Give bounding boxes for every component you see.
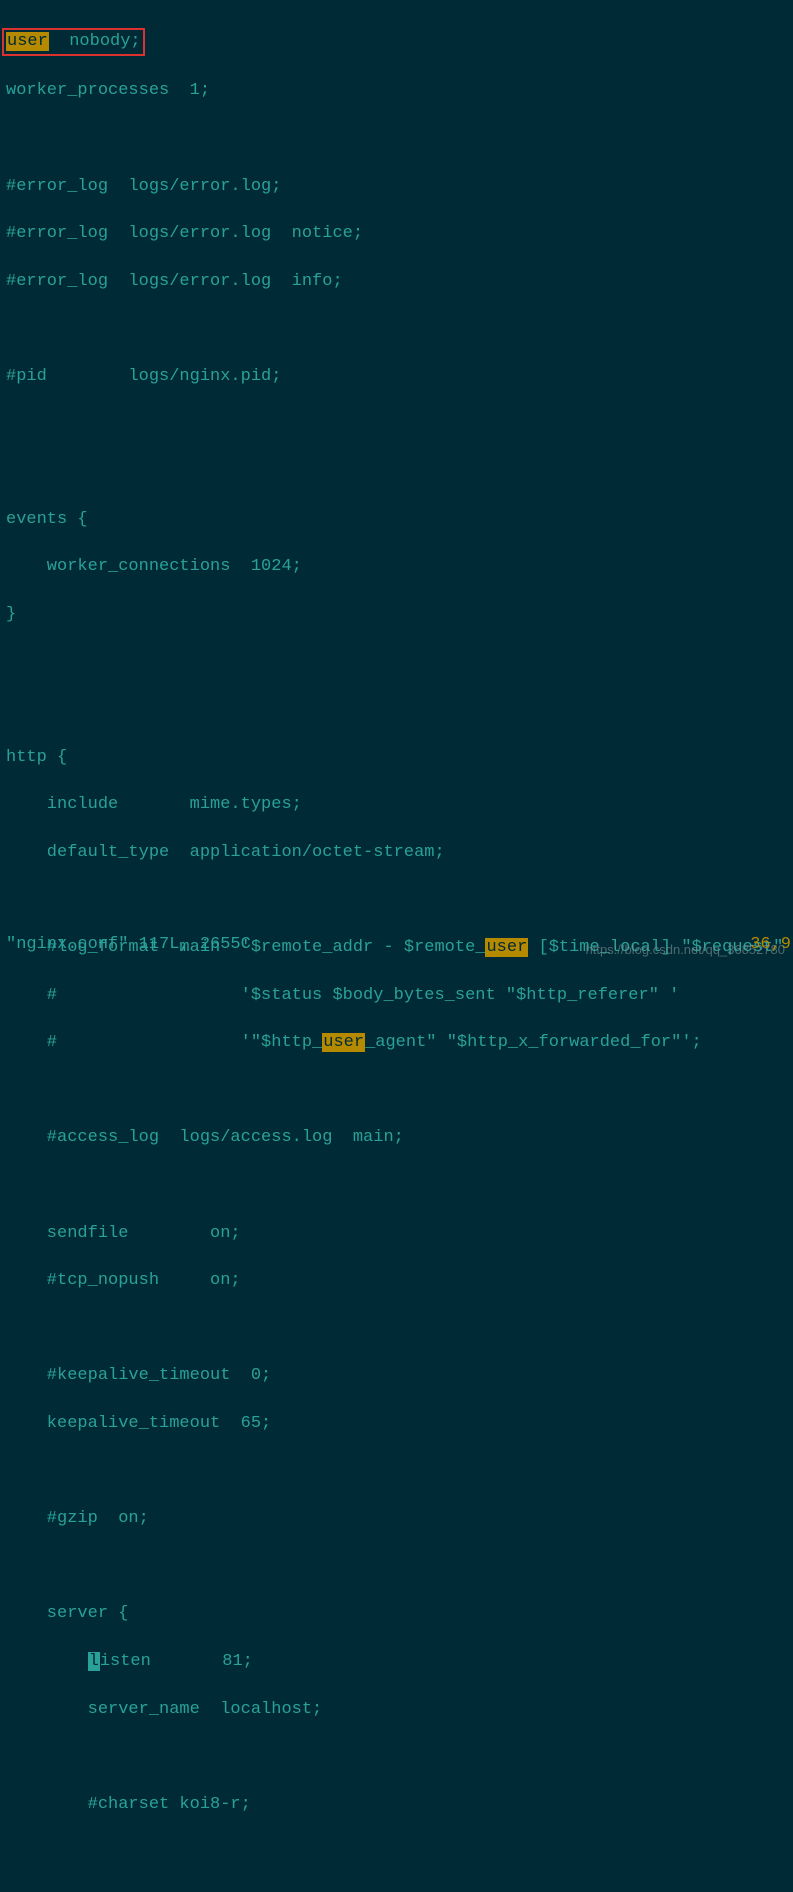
code-line: # '"$http_user_agent" "$http_x_forwarded… (6, 1031, 787, 1055)
code-line (6, 698, 787, 722)
code-line: worker_connections 1024; (6, 555, 787, 579)
code-line (6, 460, 787, 484)
code-text: isten 81; (100, 1652, 253, 1671)
code-line (6, 1745, 787, 1769)
code-line (6, 1555, 787, 1579)
code-line (6, 1079, 787, 1103)
code-line: keepalive_timeout 65; (6, 1412, 787, 1436)
code-line: #pid logs/nginx.pid; (6, 365, 787, 389)
code-line (6, 317, 787, 341)
highlight-box: user nobody; (2, 28, 145, 56)
code-line: listen 81; (6, 1650, 787, 1674)
code-line (6, 888, 787, 912)
code-line (6, 1840, 787, 1864)
code-line: default_type application/octet-stream; (6, 841, 787, 865)
code-line: #error_log logs/error.log notice; (6, 222, 787, 246)
code-line: worker_processes 1; (6, 79, 787, 103)
code-line (6, 1174, 787, 1198)
code-line: #access_log logs/access.log main; (6, 1126, 787, 1150)
code-line: #gzip on; (6, 1507, 787, 1531)
code-line (6, 651, 787, 675)
code-line: # '$status $body_bytes_sent "$http_refer… (6, 984, 787, 1008)
code-line: events { (6, 508, 787, 532)
code-line (6, 1317, 787, 1341)
code-line (6, 127, 787, 151)
code-line: include mime.types; (6, 793, 787, 817)
code-line: user nobody; (6, 28, 787, 56)
code-line: #charset koi8-r; (6, 1793, 787, 1817)
code-line: sendfile on; (6, 1222, 787, 1246)
code-text: _agent" "$http_x_forwarded_for"'; (365, 1033, 702, 1052)
code-line: #error_log logs/error.log info; (6, 270, 787, 294)
code-line: #tcp_nopush on; (6, 1269, 787, 1293)
watermark-text: https://blog.csdn.net/qq_36852780 (586, 941, 786, 959)
code-line (6, 1460, 787, 1484)
code-line: #keepalive_timeout 0; (6, 1364, 787, 1388)
cursor-position: l (88, 1652, 100, 1671)
code-text (6, 1652, 88, 1671)
code-text: # '"$http_ (6, 1033, 322, 1052)
code-line: server_name localhost; (6, 1698, 787, 1722)
search-highlight: user (6, 32, 49, 51)
status-file-info: "nginx.conf" 117L, 2655C (6, 935, 251, 954)
search-highlight: user (322, 1033, 365, 1052)
code-line: #error_log logs/error.log; (6, 175, 787, 199)
code-line: http { (6, 746, 787, 770)
code-line: server { (6, 1602, 787, 1626)
code-text: nobody; (49, 32, 141, 51)
code-line (6, 413, 787, 437)
code-line: } (6, 603, 787, 627)
